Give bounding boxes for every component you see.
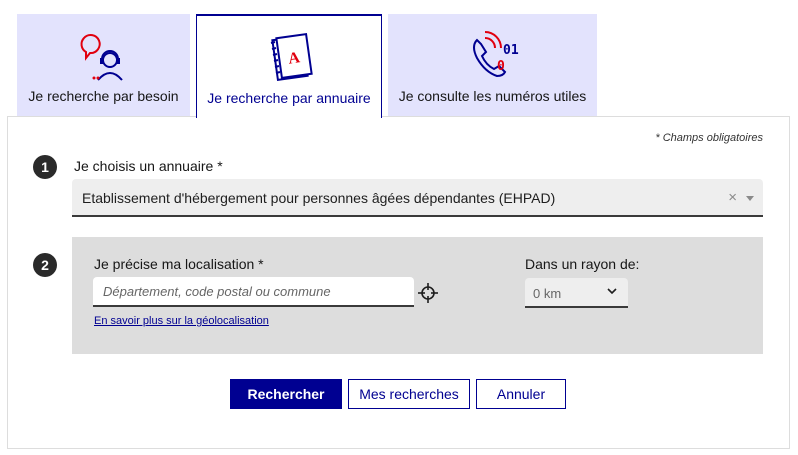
radius-label: Dans un rayon de: [525, 256, 640, 272]
svg-text:0: 0 [497, 59, 505, 74]
crosshair-icon[interactable] [418, 283, 438, 303]
search-button[interactable]: Rechercher [230, 379, 342, 409]
directory-select[interactable]: Etablissement d'hébergement pour personn… [72, 179, 763, 217]
tab-useful-numbers[interactable]: 01 0 Je consulte les numéros utiles [388, 14, 597, 117]
step-1-badge: 1 [33, 155, 57, 179]
address-book-icon: A [270, 32, 313, 82]
search-form-panel: * Champs obligatoires 1 Je choisis un an… [7, 116, 790, 449]
tab-label: Je recherche par annuaire [207, 90, 371, 106]
cancel-button[interactable]: Annuler [476, 379, 566, 409]
directory-label: Je choisis un annuaire * [74, 158, 223, 174]
clear-icon[interactable]: × [728, 189, 737, 206]
radius-select[interactable]: 0 km [525, 278, 628, 308]
tab-label: Je recherche par besoin [28, 88, 179, 104]
location-section: Je précise ma localisation * En savoir p… [72, 237, 763, 354]
required-fields-note: * Champs obligatoires [655, 132, 763, 144]
person-speech-icon [80, 34, 123, 81]
tab-search-by-need[interactable]: Je recherche par besoin [17, 14, 190, 117]
directory-selected-value: Etablissement d'hébergement pour personn… [82, 190, 556, 206]
chevron-down-icon [607, 288, 617, 295]
radius-value: 0 km [533, 286, 562, 301]
tab-label: Je consulte les numéros utiles [398, 88, 587, 104]
location-label: Je précise ma localisation * [94, 256, 264, 272]
svg-text:01: 01 [503, 43, 519, 58]
geolocation-info-link[interactable]: En savoir plus sur la géolocalisation [94, 315, 269, 327]
step-2-badge: 2 [33, 253, 57, 277]
phone-numbers-icon: 01 0 [472, 31, 519, 78]
my-searches-button[interactable]: Mes recherches [348, 379, 470, 409]
caret-down-icon[interactable] [746, 196, 754, 201]
tab-search-by-directory[interactable]: A Je recherche par annuaire [196, 14, 382, 118]
location-input[interactable] [93, 277, 414, 307]
